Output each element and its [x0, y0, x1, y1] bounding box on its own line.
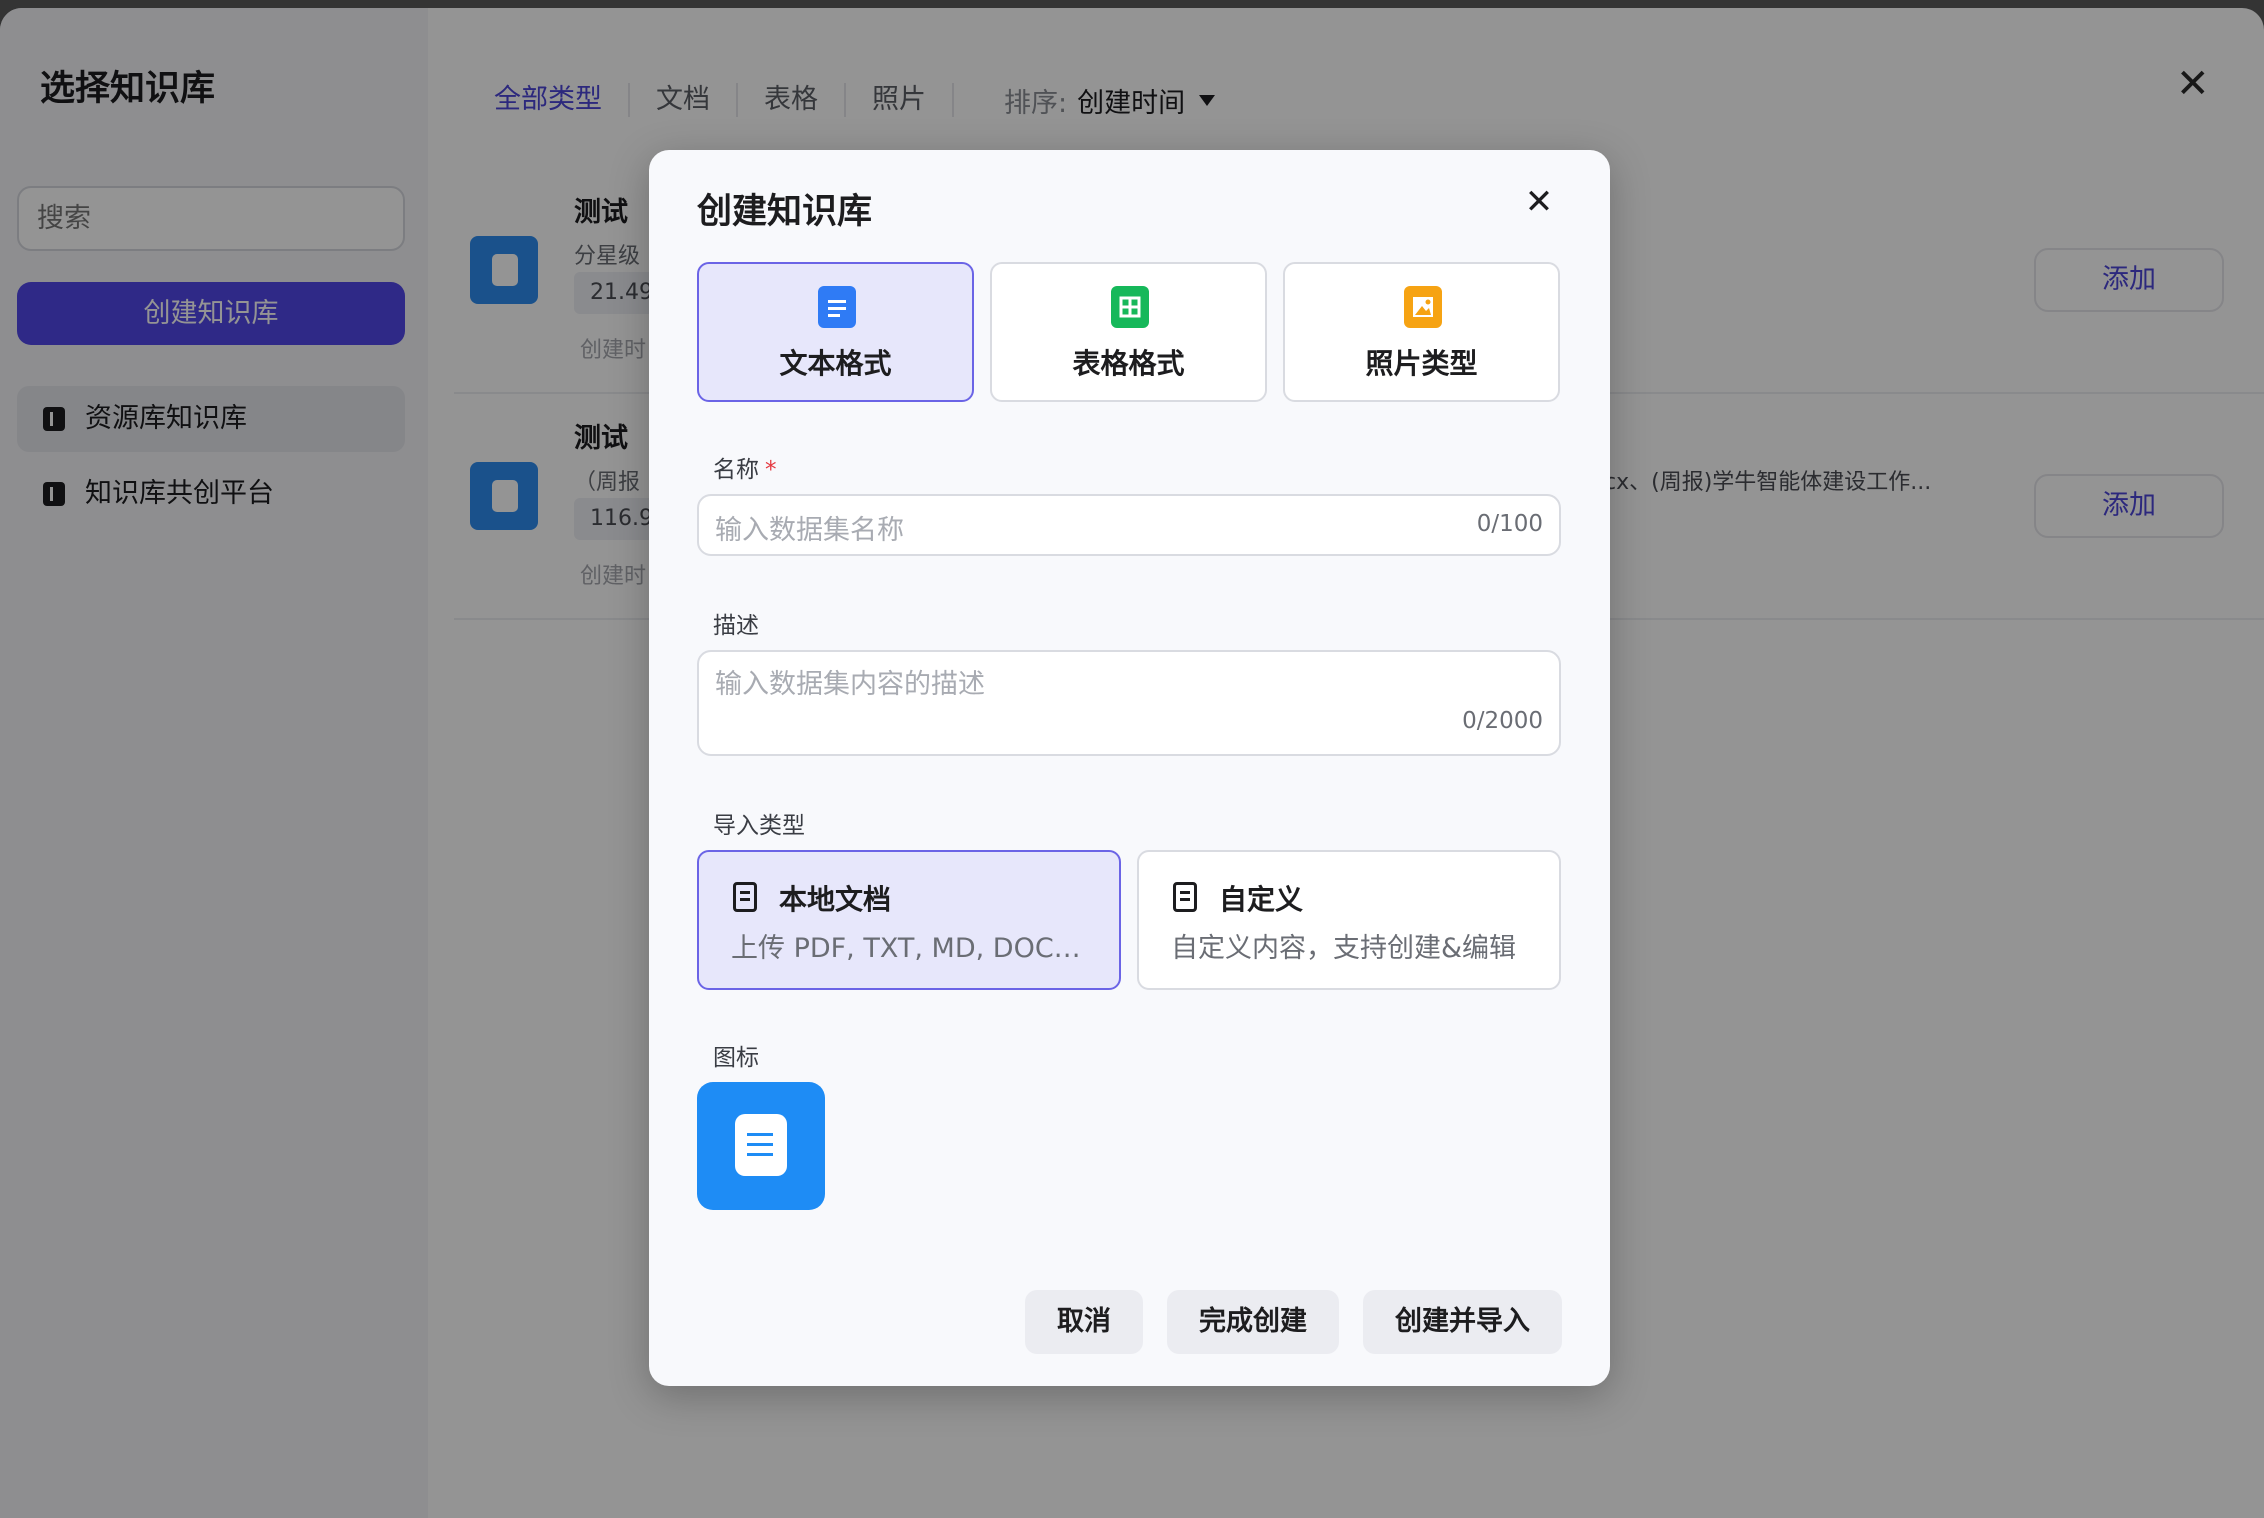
name-label-text: 名称: [713, 457, 759, 483]
desc-textarea[interactable]: 输入数据集内容的描述 0/2000: [697, 650, 1561, 756]
format-selector: 文本格式 表格格式 照片类型: [697, 262, 1560, 402]
close-icon[interactable]: ✕: [1521, 184, 1557, 220]
create-kb-modal: 创建知识库 ✕ 文本格式 表格格式 照片类型 名称 * 输入数据集名称 0/100…: [649, 150, 1610, 1386]
create-and-import-button[interactable]: 创建并导入: [1363, 1290, 1562, 1354]
document-icon: [733, 882, 757, 912]
edit-doc-icon: [1173, 882, 1197, 912]
import-title: 自定义: [1219, 883, 1304, 916]
name-char-count: 0/100: [1476, 511, 1543, 537]
finish-create-button[interactable]: 完成创建: [1167, 1290, 1339, 1354]
import-card-custom[interactable]: 自定义 自定义内容，支持创建&编辑: [1137, 850, 1561, 990]
format-card-text[interactable]: 文本格式: [697, 262, 974, 402]
cancel-button[interactable]: 取消: [1025, 1290, 1143, 1354]
modal-title: 创建知识库: [697, 192, 873, 232]
import-title: 本地文档: [779, 883, 892, 916]
desc-char-count: 0/2000: [1462, 708, 1543, 734]
format-card-photo[interactable]: 照片类型: [1283, 262, 1560, 402]
format-label: 表格格式: [1072, 347, 1185, 380]
format-label: 照片类型: [1365, 347, 1478, 380]
name-input[interactable]: 输入数据集名称 0/100: [697, 494, 1561, 556]
name-label: 名称 *: [713, 450, 777, 484]
desc-label: 描述: [713, 613, 759, 639]
format-label: 文本格式: [779, 347, 892, 380]
icon-label: 图标: [713, 1045, 759, 1071]
format-card-table[interactable]: 表格格式: [990, 262, 1267, 402]
kb-icon-picker[interactable]: [697, 1082, 825, 1210]
table-icon: [1111, 286, 1149, 328]
import-type-label: 导入类型: [713, 813, 805, 839]
image-icon: [1404, 286, 1442, 328]
modal-footer: 取消 完成创建 创建并导入: [1025, 1290, 1562, 1354]
doc-icon: [818, 286, 856, 328]
import-card-local-doc[interactable]: 本地文档 上传 PDF, TXT, MD, DOC…: [697, 850, 1121, 990]
import-subtitle: 上传 PDF, TXT, MD, DOC…: [731, 933, 1081, 964]
import-subtitle: 自定义内容，支持创建&编辑: [1171, 933, 1517, 964]
desc-placeholder: 输入数据集内容的描述: [715, 669, 985, 700]
name-placeholder: 输入数据集名称: [715, 515, 904, 546]
required-mark: *: [765, 457, 777, 483]
import-type-selector: 本地文档 上传 PDF, TXT, MD, DOC… 自定义 自定义内容，支持创…: [697, 850, 1561, 990]
